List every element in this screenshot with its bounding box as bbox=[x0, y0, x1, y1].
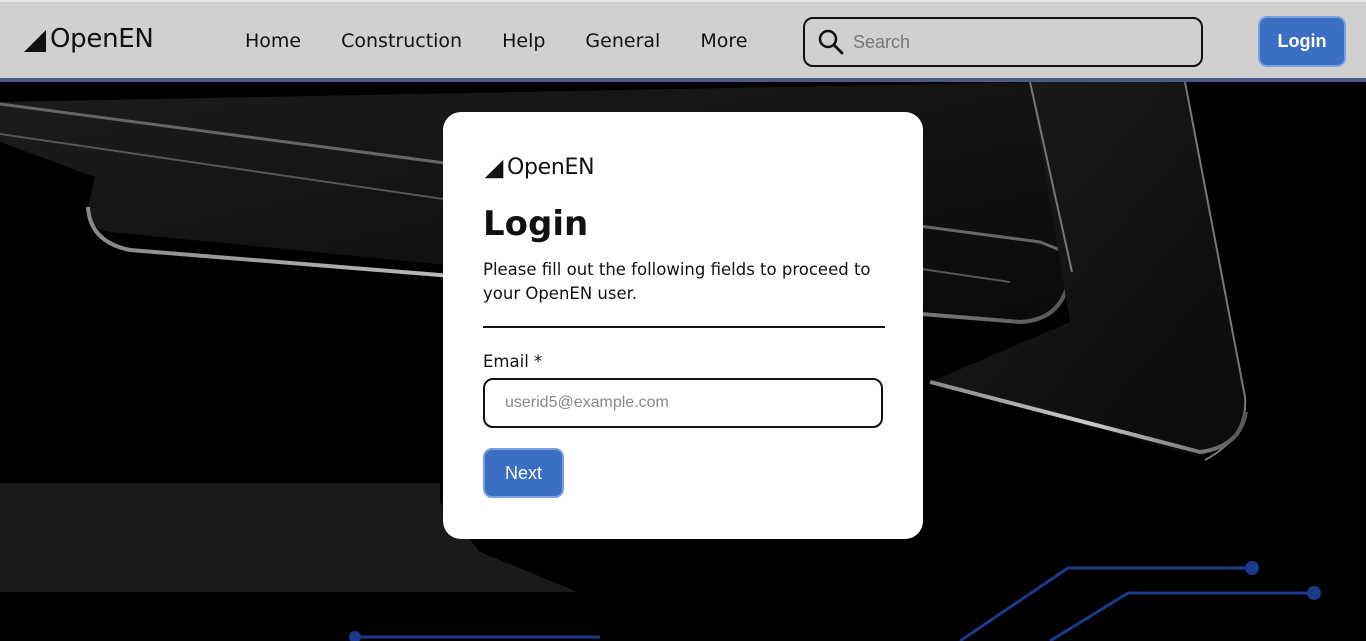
header-login-button[interactable]: Login bbox=[1258, 16, 1346, 67]
next-button[interactable]: Next bbox=[483, 448, 564, 498]
nav-home[interactable]: Home bbox=[245, 30, 301, 52]
nav-help[interactable]: Help bbox=[502, 30, 545, 52]
nav-general[interactable]: General bbox=[585, 30, 660, 52]
search-input[interactable] bbox=[853, 31, 1173, 53]
main-nav: Home Construction Help General More bbox=[245, 30, 787, 52]
divider bbox=[483, 326, 885, 328]
page-title: Login bbox=[483, 204, 589, 244]
search-box bbox=[803, 17, 1203, 67]
logo-mark-icon bbox=[483, 158, 505, 180]
login-description: Please fill out the following fields to … bbox=[483, 260, 871, 303]
card-brand-logo: OpenEN bbox=[483, 155, 595, 180]
site-header: OpenEN Home Construction Help General Mo… bbox=[0, 0, 1366, 82]
card-brand-name: OpenEN bbox=[507, 155, 595, 180]
logo-mark-icon bbox=[22, 28, 48, 54]
email-field[interactable] bbox=[483, 378, 883, 428]
email-label: Email * bbox=[483, 352, 543, 371]
login-card: OpenEN Login Please fill out the followi… bbox=[443, 112, 923, 539]
brand-logo[interactable]: OpenEN bbox=[22, 24, 154, 54]
nav-more[interactable]: More bbox=[700, 30, 747, 52]
brand-name: OpenEN bbox=[50, 24, 154, 54]
nav-construction[interactable]: Construction bbox=[341, 30, 462, 52]
search-icon[interactable] bbox=[817, 28, 845, 56]
